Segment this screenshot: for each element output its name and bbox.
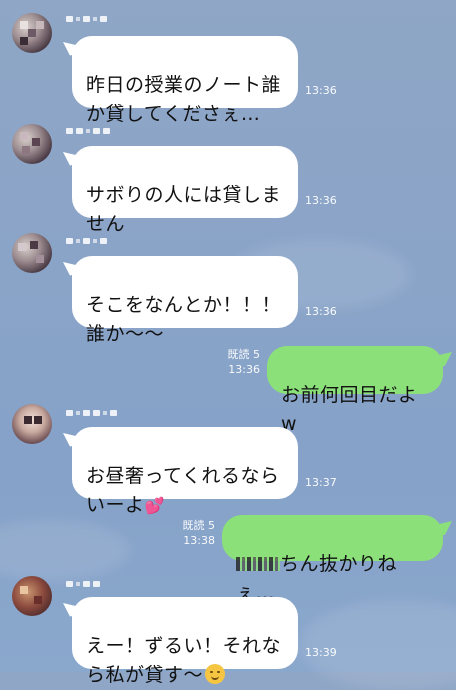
message-time: 13:36 bbox=[305, 84, 337, 97]
message-bubble[interactable]: ちん抜かりねぇ… bbox=[222, 515, 443, 604]
sender-name-redacted bbox=[66, 579, 100, 589]
avatar[interactable] bbox=[12, 13, 52, 53]
sender-name-redacted bbox=[66, 14, 107, 24]
message-time: 13:38 bbox=[183, 534, 215, 547]
message-bubble[interactable]: お昼奢ってくれるなら いーよ💕 bbox=[72, 427, 298, 516]
message-bubble[interactable]: えー！ずるい！それな ら私が貸す〜 bbox=[72, 597, 298, 686]
message-time: 13:36 bbox=[305, 194, 337, 207]
message-bubble[interactable]: お前何回目だよw bbox=[267, 346, 443, 435]
message-meta: 既読 5 13:36 bbox=[210, 347, 261, 377]
message-bubble[interactable]: サボりの人には貸しま せん bbox=[72, 146, 298, 235]
read-receipt: 既読 5 bbox=[182, 519, 216, 532]
message-time: 13:36 bbox=[228, 363, 260, 376]
avatar[interactable] bbox=[12, 576, 52, 616]
message-bubble[interactable]: 昨日の授業のノート誰 か貸してくださぇ… bbox=[72, 36, 298, 125]
sender-name-redacted bbox=[66, 236, 107, 246]
avatar[interactable] bbox=[12, 124, 52, 164]
sender-name-redacted bbox=[66, 408, 117, 418]
avatar[interactable] bbox=[12, 233, 52, 273]
message-text: 昨日の授業のノート誰 か貸してくださぇ… bbox=[86, 74, 282, 125]
read-receipt: 既読 5 bbox=[227, 348, 261, 361]
two-hearts-icon: 💕 bbox=[144, 496, 165, 515]
message-text: えー！ずるい！それな ら私が貸す〜 bbox=[86, 635, 282, 686]
smiling-face-icon bbox=[205, 664, 226, 684]
message-time: 13:39 bbox=[305, 646, 337, 659]
message-meta: 既読 5 13:38 bbox=[165, 518, 216, 548]
redacted-name bbox=[236, 557, 280, 571]
message-time: 13:36 bbox=[305, 305, 337, 318]
sender-name-redacted bbox=[66, 126, 110, 136]
message-bubble[interactable]: そこをなんとか！！！ 誰か〜〜 bbox=[72, 256, 298, 345]
avatar[interactable] bbox=[12, 404, 52, 444]
message-time: 13:37 bbox=[305, 476, 337, 489]
